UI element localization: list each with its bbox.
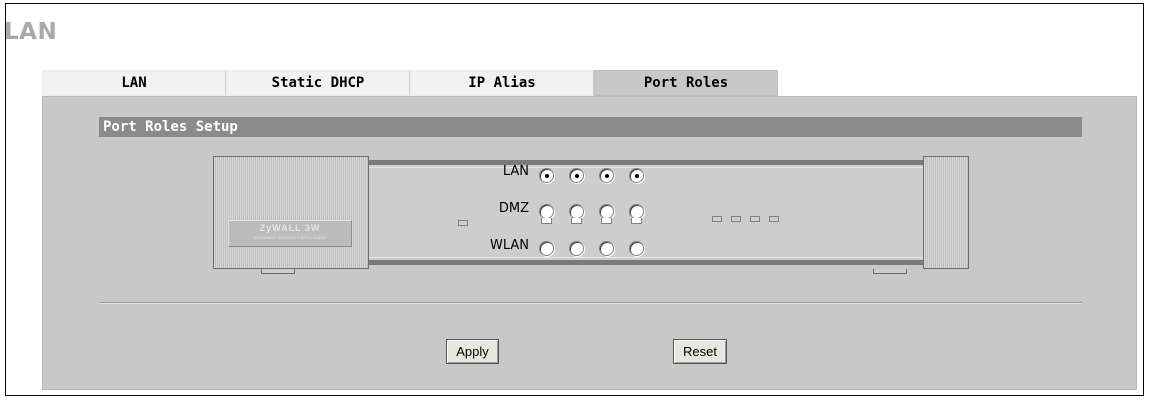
row-label-lan: LAN [502,164,529,179]
device-foot-left [261,269,295,274]
device-illustration: ZyWALL 3W INTERNET SECURITY APPLIANCE LA… [213,156,969,274]
radio-wlan-port-1[interactable] [539,241,554,256]
radio-dmz-port-2[interactable] [569,204,584,219]
dmz-port-connector [541,218,552,224]
row-label-wlan: WLAN [489,238,529,253]
radio-lan-port-1[interactable] [539,168,554,183]
radio-wlan-port-2[interactable] [569,241,584,256]
device-left-panel: ZyWALL 3W INTERNET SECURITY APPLIANCE [213,156,369,269]
dmz-port-connector [631,218,642,224]
radio-lan-port-4[interactable] [629,168,644,183]
tab-lan[interactable]: LAN [42,70,226,96]
reset-button[interactable]: Reset [673,339,727,364]
radio-lan-port-2[interactable] [569,168,584,183]
dmz-port-connector [571,218,582,224]
tab-static-dhcp[interactable]: Static DHCP [226,70,410,96]
page-title: LAN [4,19,58,45]
divider [99,302,1082,304]
radio-dmz-port-1[interactable] [539,204,554,219]
status-led [712,216,722,222]
dmz-port-connector [601,218,612,224]
apply-button[interactable]: Apply [446,339,499,364]
radio-wlan-port-3[interactable] [599,241,614,256]
radio-wlan-port-4[interactable] [629,241,644,256]
status-led [769,216,779,222]
section-title: Port Roles Setup [99,117,1082,137]
tab-ip-alias[interactable]: IP Alias [410,70,594,96]
tab-port-roles[interactable]: Port Roles [594,70,778,96]
device-foot-right [873,269,907,274]
radio-dmz-port-3[interactable] [599,204,614,219]
device-front-panel [369,160,923,265]
device-logo: ZyWALL 3W INTERNET SECURITY APPLIANCE [228,220,352,247]
device-right-panel [923,156,969,269]
status-led [458,220,468,226]
radio-dmz-port-4[interactable] [629,204,644,219]
status-led [731,216,741,222]
tab-bar: LAN Static DHCP IP Alias Port Roles [42,70,778,96]
content-panel: Port Roles Setup ZyWALL 3W INTERNET SECU… [42,96,1137,390]
row-label-dmz: DMZ [498,201,529,216]
status-led [750,216,760,222]
radio-lan-port-3[interactable] [599,168,614,183]
